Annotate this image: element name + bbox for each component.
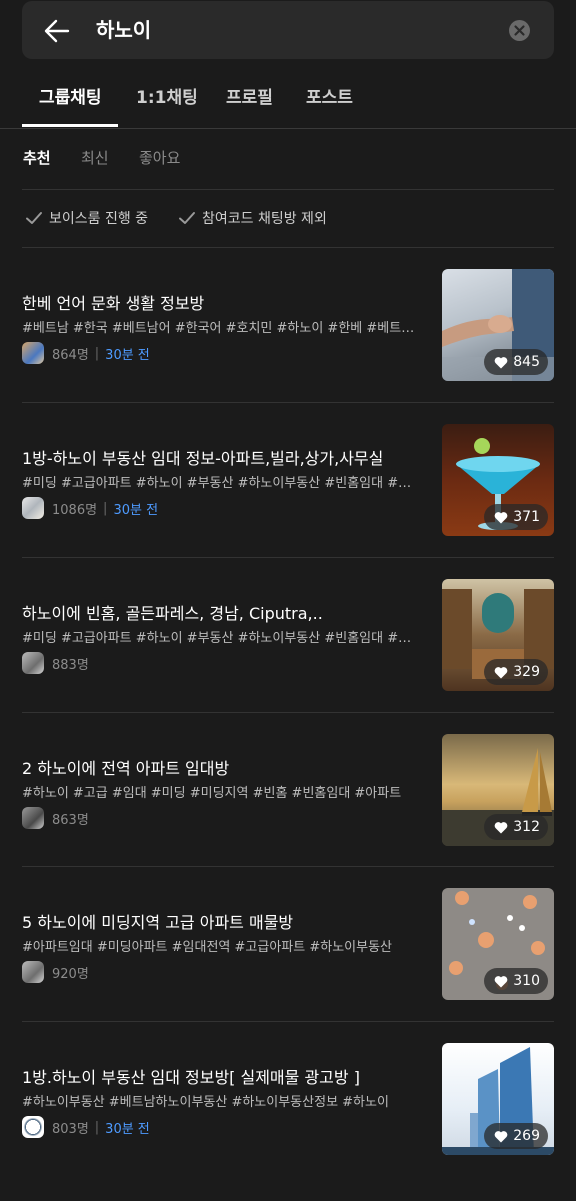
room-meta: 1086명 | 30분 전	[22, 497, 158, 519]
search-input[interactable]: 하노이	[96, 16, 151, 44]
like-badge: 371	[484, 504, 548, 530]
search-bar[interactable]: 하노이	[22, 1, 554, 59]
room-avatar	[22, 1116, 44, 1138]
like-count: 371	[513, 509, 540, 525]
like-count: 312	[513, 819, 540, 835]
last-active-time: 30분 전	[105, 1121, 150, 1137]
member-count: 803명	[52, 1121, 89, 1137]
room-avatar	[22, 497, 44, 519]
option-toggles: 보이스룸 진행 중 참여코드 채팅방 제외	[0, 190, 576, 246]
room-title: 한베 언어 문화 생활 정보방	[22, 294, 205, 313]
tab-group-chat[interactable]: 그룹채팅	[39, 86, 102, 110]
divider	[22, 866, 554, 867]
filter-recommended[interactable]: 추천	[23, 148, 51, 168]
room-avatar	[22, 961, 44, 983]
room-tags: #하노이 #고급 #임대 #미딩 #미딩지역 #빈홈 #빈홈임대 #아파트	[22, 786, 402, 801]
divider	[22, 712, 554, 713]
room-title: 1방-하노이 부동산 임대 정보-아파트,빌라,상가,사무실	[22, 449, 384, 468]
room-meta: 864명 | 30분 전	[22, 342, 150, 364]
toggle-exclude-code-rooms[interactable]: 참여코드 채팅방 제외	[178, 208, 327, 228]
heart-icon	[494, 511, 508, 523]
heart-icon	[494, 975, 508, 987]
member-count: 920명	[52, 966, 89, 982]
category-tabs: 그룹채팅 1:1채팅 프로필 포스트	[0, 72, 576, 129]
chat-room-item[interactable]: 한베 언어 문화 생활 정보방 #베트남 #한국 #베트남어 #한국어 #호치민…	[22, 269, 554, 427]
chat-room-item[interactable]: 5 하노이에 미딩지역 고급 아파트 매물방 #아파트임대 #미딩아파트 #임대…	[22, 888, 554, 1046]
heart-icon	[494, 666, 508, 678]
toggle-label: 참여코드 채팅방 제외	[202, 211, 327, 227]
like-badge: 845	[484, 349, 548, 375]
member-count: 883명	[52, 657, 89, 673]
room-title: 하노이에 빈홈, 골든파레스, 경남, Ciputra,..	[22, 604, 323, 623]
room-thumbnail: 310	[442, 888, 554, 1000]
room-avatar	[22, 652, 44, 674]
room-thumbnail: 312	[442, 734, 554, 846]
filter-likes[interactable]: 좋아요	[139, 148, 180, 168]
room-thumbnail: 845	[442, 269, 554, 381]
toggle-voice-room[interactable]: 보이스룸 진행 중	[25, 208, 148, 228]
room-meta: 883명	[22, 652, 89, 674]
last-active-time: 30분 전	[105, 347, 150, 363]
room-tags: #미딩 #고급아파트 #하노이 #부동산 #하노이부동산 #빈홈임대 #아파트	[22, 476, 418, 491]
room-thumbnail: 371	[442, 424, 554, 536]
room-meta: 920명	[22, 961, 89, 983]
like-count: 845	[513, 354, 540, 370]
divider	[22, 247, 554, 248]
heart-icon	[494, 1130, 508, 1142]
check-icon	[26, 212, 42, 224]
room-title: 5 하노이에 미딩지역 고급 아파트 매물방	[22, 913, 294, 932]
chat-room-item[interactable]: 1방.하노이 부동산 임대 정보방[ 실제매물 광고방 ] #하노이부동산 #베…	[22, 1043, 554, 1201]
room-tags: #아파트임대 #미딩아파트 #임대전역 #고급아파트 #하노이부동산	[22, 940, 392, 955]
meta-separator: |	[94, 345, 100, 361]
check-icon	[179, 212, 195, 224]
like-badge: 310	[484, 968, 548, 994]
room-tags: #미딩 #고급아파트 #하노이 #부동산 #하노이부동산 #빈홈임대 #아파트	[22, 631, 418, 646]
divider	[22, 402, 554, 403]
filter-latest[interactable]: 최신	[81, 148, 109, 168]
room-meta: 803명 | 30분 전	[22, 1116, 150, 1138]
chat-room-item[interactable]: 하노이에 빈홈, 골든파레스, 경남, Ciputra,.. #미딩 #고급아파…	[22, 579, 554, 737]
clear-search-icon[interactable]	[509, 20, 530, 41]
room-title: 1방.하노이 부동산 임대 정보방[ 실제매물 광고방 ]	[22, 1068, 360, 1087]
meta-separator: |	[94, 1119, 100, 1135]
tab-post[interactable]: 포스트	[306, 86, 353, 110]
member-count: 1086명	[52, 502, 98, 518]
like-badge: 269	[484, 1123, 548, 1149]
like-count: 310	[513, 973, 540, 989]
chat-room-item[interactable]: 1방-하노이 부동산 임대 정보-아파트,빌라,상가,사무실 #미딩 #고급아파…	[22, 424, 554, 582]
room-meta: 863명	[22, 807, 89, 829]
like-badge: 329	[484, 659, 548, 685]
room-tags: #베트남 #한국 #베트남어 #한국어 #호치민 #하노이 #한베 #베트남생활	[22, 321, 418, 336]
like-count: 329	[513, 664, 540, 680]
chat-room-item[interactable]: 2 하노이에 전역 아파트 임대방 #하노이 #고급 #임대 #미딩 #미딩지역…	[22, 734, 554, 892]
active-tab-indicator	[22, 124, 118, 127]
room-title: 2 하노이에 전역 아파트 임대방	[22, 759, 230, 778]
tab-profile[interactable]: 프로필	[226, 86, 273, 110]
sort-filters: 추천 최신 좋아요	[0, 140, 576, 190]
room-avatar	[22, 342, 44, 364]
like-badge: 312	[484, 814, 548, 840]
room-thumbnail: 269	[442, 1043, 554, 1155]
member-count: 863명	[52, 812, 89, 828]
heart-icon	[494, 821, 508, 833]
last-active-time: 30분 전	[113, 502, 159, 518]
heart-icon	[494, 356, 508, 368]
tab-one-to-one-chat[interactable]: 1:1채팅	[136, 86, 198, 110]
meta-separator: |	[103, 500, 108, 516]
member-count: 864명	[52, 347, 89, 363]
like-count: 269	[513, 1128, 540, 1144]
room-tags: #하노이부동산 #베트남하노이부동산 #하노이부동산정보 #하노이	[22, 1095, 389, 1110]
back-arrow-icon[interactable]	[44, 18, 70, 44]
toggle-label: 보이스룸 진행 중	[49, 211, 149, 227]
divider	[22, 1021, 554, 1022]
divider	[22, 557, 554, 558]
room-avatar	[22, 807, 44, 829]
room-thumbnail: 329	[442, 579, 554, 691]
